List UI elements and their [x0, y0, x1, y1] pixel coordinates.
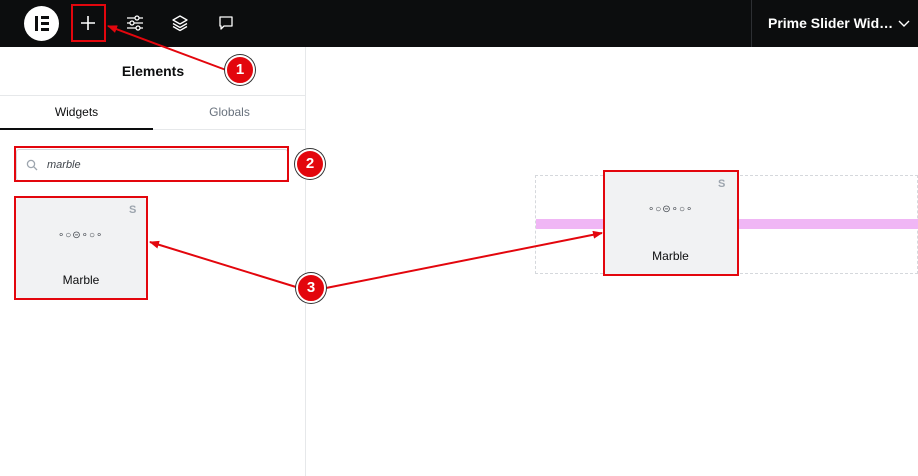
editor-screen: Prime Slider Wid… Elements Widgets Globa… [0, 0, 918, 476]
elementor-logo-icon[interactable] [24, 6, 59, 41]
widget-label: Marble [652, 249, 689, 263]
chevron-down-icon[interactable] [898, 17, 910, 29]
marble-widget-icon: ∘○⊝∘○∘ [648, 204, 694, 215]
callout-3: 3 [296, 273, 326, 303]
marble-widget-icon: ∘○⊝∘○∘ [58, 230, 104, 241]
elements-panel: Elements Widgets Globals marble S ∘○⊝∘○∘… [0, 47, 306, 476]
widget-label: Marble [62, 273, 100, 287]
panel-title: Elements [121, 63, 185, 79]
layers-icon [172, 15, 188, 32]
add-element-button[interactable] [71, 6, 105, 40]
plus-icon [81, 16, 95, 30]
search-value: marble [47, 159, 81, 171]
page-title[interactable]: Prime Slider Wid… [768, 15, 893, 31]
toolbar-divider [751, 0, 752, 47]
prime-slider-badge-icon: S [718, 178, 726, 190]
tab-globals[interactable]: Globals [153, 96, 306, 130]
site-settings-button[interactable] [118, 6, 152, 40]
callout-2: 2 [295, 149, 325, 179]
tab-widgets[interactable]: Widgets [0, 96, 153, 130]
search-input[interactable]: marble [16, 149, 288, 181]
search-icon [26, 159, 38, 171]
structure-button[interactable] [163, 6, 197, 40]
widget-marble[interactable]: S ∘○⊝∘○∘ Marble [16, 198, 146, 298]
chat-bubble-icon [219, 16, 233, 30]
comments-button[interactable] [209, 6, 243, 40]
panel-tabs: Widgets Globals [0, 95, 306, 130]
top-bar: Prime Slider Wid… [0, 0, 918, 47]
prime-slider-badge-icon: S [129, 204, 137, 216]
callout-1: 1 [225, 55, 255, 85]
dragged-widget-marble[interactable]: S ∘○⊝∘○∘ Marble [604, 171, 737, 275]
sliders-icon [127, 15, 143, 31]
